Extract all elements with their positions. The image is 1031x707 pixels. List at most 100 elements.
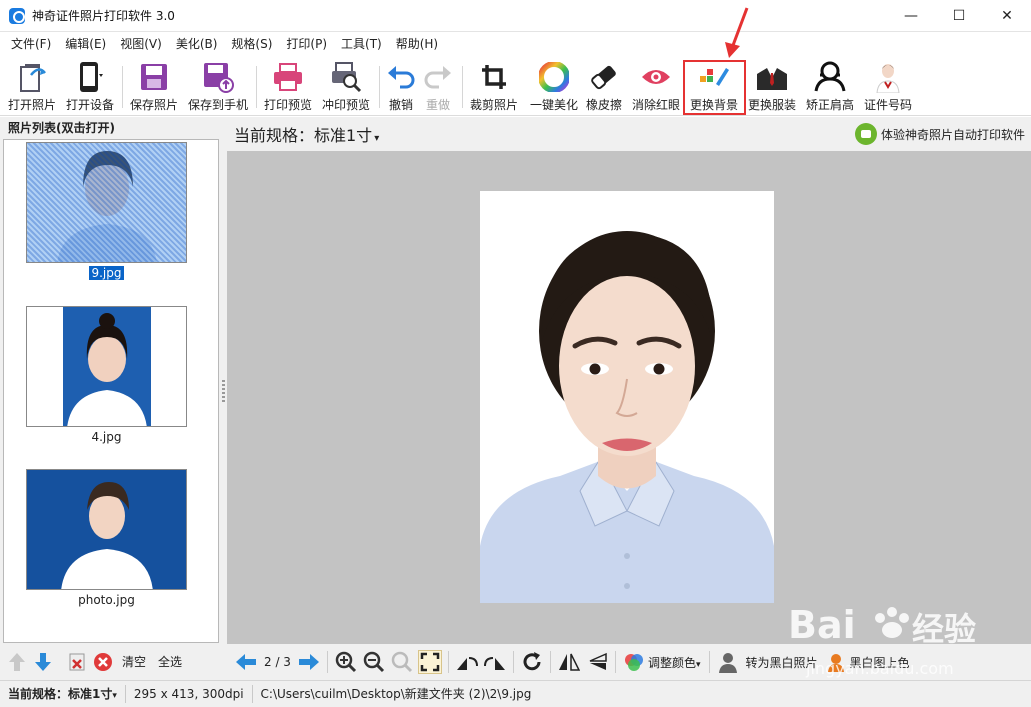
menu-spec[interactable]: 规格(S) — [224, 32, 279, 56]
zoom-out-icon[interactable] — [362, 650, 386, 674]
close-button[interactable]: ✕ — [983, 0, 1031, 32]
select-all-button[interactable]: 全选 — [158, 653, 182, 670]
menu-edit[interactable]: 编辑(E) — [58, 32, 113, 56]
open-device-button[interactable]: 打开设备 — [62, 60, 118, 114]
fit-to-window-icon[interactable] — [417, 650, 442, 674]
refresh-icon[interactable] — [520, 650, 544, 674]
one-click-beautify-button[interactable]: 一键美化 — [526, 60, 582, 114]
menu-help[interactable]: 帮助(H) — [389, 32, 445, 56]
fix-shoulders-button[interactable]: 矫正肩高 — [802, 60, 858, 114]
undo-icon — [384, 60, 418, 94]
suit-icon — [755, 60, 789, 94]
adjust-color-dropdown[interactable]: 调整颜色▾ — [648, 654, 701, 671]
adjust-color-icon — [622, 650, 646, 674]
photo-list-item[interactable]: photo.jpg — [26, 469, 187, 607]
menu-print[interactable]: 打印(P) — [279, 32, 334, 56]
change-clothes-button[interactable]: 更换服装 — [744, 60, 800, 114]
crop-label: 裁剪照片 — [469, 98, 518, 112]
save-to-phone-icon — [201, 60, 235, 94]
photo-list[interactable]: 9.jpg 4.jpg photo.jpg — [3, 139, 219, 643]
photo-list-item[interactable]: 9.jpg — [26, 142, 187, 280]
photo-filename: 9.jpg — [89, 266, 124, 280]
photo-thumbnail[interactable] — [26, 306, 187, 427]
print-preview-label: 打印预览 — [263, 98, 312, 112]
photo-list-item[interactable]: 4.jpg — [26, 306, 187, 444]
id-photo[interactable] — [480, 191, 774, 603]
change-clothes-label: 更换服装 — [747, 98, 796, 112]
print-preview-button[interactable]: 打印预览 — [260, 60, 316, 114]
toolbar-divider — [379, 66, 380, 108]
crop-button[interactable]: 裁剪照片 — [466, 60, 522, 114]
menu-bar: 文件(F) 编辑(E) 视图(V) 美化(B) 规格(S) 打印(P) 工具(T… — [0, 32, 1031, 56]
photo-list-panel: 照片列表(双击打开) 9.jpg 4.jpg photo.jpg 清空 全选 — [0, 117, 222, 680]
toolbar: 打开照片 打开设备 保存照片 保存到手机 打印预览 冲印预览 撤销 重做 裁剪照… — [0, 56, 1031, 116]
status-bar: 当前规格：标准1寸▾ 295 x 413, 300dpi C:\Users\cu… — [0, 680, 1031, 707]
eraser-button[interactable]: 橡皮擦 — [584, 60, 624, 114]
open-photo-label: 打开照片 — [7, 98, 56, 112]
save-photo-label: 保存照片 — [129, 98, 178, 112]
previous-arrow-icon[interactable] — [234, 650, 258, 674]
move-down-icon[interactable] — [32, 651, 54, 673]
toolbar-divider — [122, 66, 123, 108]
id-portrait-icon — [871, 60, 905, 94]
title-bar: 神奇证件照片打印软件 3.0 — ☐ ✕ — [0, 0, 1031, 32]
delete-icon[interactable] — [92, 651, 114, 673]
splitter-grip[interactable] — [222, 380, 225, 404]
photo-thumbnail[interactable] — [26, 469, 187, 590]
save-to-phone-button[interactable]: 保存到手机 — [186, 60, 250, 114]
minimize-button[interactable]: — — [887, 0, 935, 32]
remove-photo-icon[interactable] — [66, 651, 88, 673]
save-photo-button[interactable]: 保存照片 — [126, 60, 182, 114]
status-spec-value: 标准1寸 — [68, 687, 113, 701]
move-up-icon[interactable] — [6, 651, 28, 673]
photo-canvas[interactable] — [227, 151, 1031, 644]
undo-label: 撤销 — [388, 98, 413, 112]
rotate-left-icon[interactable] — [455, 650, 479, 674]
main-header: 当前规格：标准1寸 ▾ 体验神奇照片自动打印软件 — [227, 117, 1031, 151]
menu-view[interactable]: 视图(V) — [113, 32, 169, 56]
red-eye-label: 消除红眼 — [631, 98, 680, 112]
colorize-icon — [824, 650, 848, 674]
open-photo-icon — [15, 60, 49, 94]
one-click-beautify-label: 一键美化 — [529, 98, 578, 112]
maximize-button[interactable]: ☐ — [935, 0, 983, 32]
photo-list-header: 照片列表(双击打开) — [0, 117, 221, 139]
save-icon — [137, 60, 171, 94]
menu-file[interactable]: 文件(F) — [4, 32, 58, 56]
flip-vertical-icon[interactable] — [585, 650, 609, 674]
person-icon — [716, 650, 740, 674]
menu-beautify[interactable]: 美化(B) — [169, 32, 225, 56]
menu-tools[interactable]: 工具(T) — [334, 32, 389, 56]
photo-list-actions: 清空 全选 — [0, 643, 222, 680]
open-photo-button[interactable]: 打开照片 — [4, 60, 60, 114]
page-indicator: 2 / 3 — [264, 655, 291, 669]
change-background-highlight — [683, 60, 746, 115]
zoom-in-icon[interactable] — [334, 650, 358, 674]
adjust-color-label: 调整颜色 — [647, 655, 696, 670]
undo-button[interactable]: 撤销 — [384, 60, 418, 114]
flip-horizontal-icon[interactable] — [557, 650, 581, 674]
redo-label: 重做 — [425, 98, 450, 112]
photo-thumbnail[interactable] — [26, 142, 187, 263]
id-number-button[interactable]: 证件号码 — [860, 60, 916, 114]
phone-icon — [73, 60, 107, 94]
zoom-reset-icon[interactable] — [390, 650, 414, 674]
convert-bw-button[interactable]: 转为黑白照片 — [746, 654, 818, 671]
red-eye-button[interactable]: 消除红眼 — [628, 60, 684, 114]
tools-divider — [614, 651, 616, 673]
photo-filename: 4.jpg — [91, 430, 122, 444]
thumb-portrait — [63, 307, 151, 426]
develop-preview-icon — [329, 60, 363, 94]
next-arrow-icon[interactable] — [297, 650, 321, 674]
fix-shoulders-label: 矫正肩高 — [805, 98, 854, 112]
photo-filename: photo.jpg — [78, 593, 135, 607]
promo-link[interactable]: 体验神奇照片自动打印软件 — [854, 123, 1025, 145]
current-spec-dropdown[interactable]: 当前规格：标准1寸 ▾ — [234, 122, 379, 146]
window-title: 神奇证件照片打印软件 3.0 — [32, 9, 175, 23]
status-spec[interactable]: 当前规格：标准1寸▾ — [0, 685, 126, 703]
colorize-button[interactable]: 黑白图上色 — [850, 654, 910, 671]
redo-button[interactable]: 重做 — [421, 60, 455, 114]
rotate-right-icon[interactable] — [483, 650, 507, 674]
clear-button[interactable]: 清空 — [122, 653, 146, 670]
develop-preview-button[interactable]: 冲印预览 — [318, 60, 374, 114]
